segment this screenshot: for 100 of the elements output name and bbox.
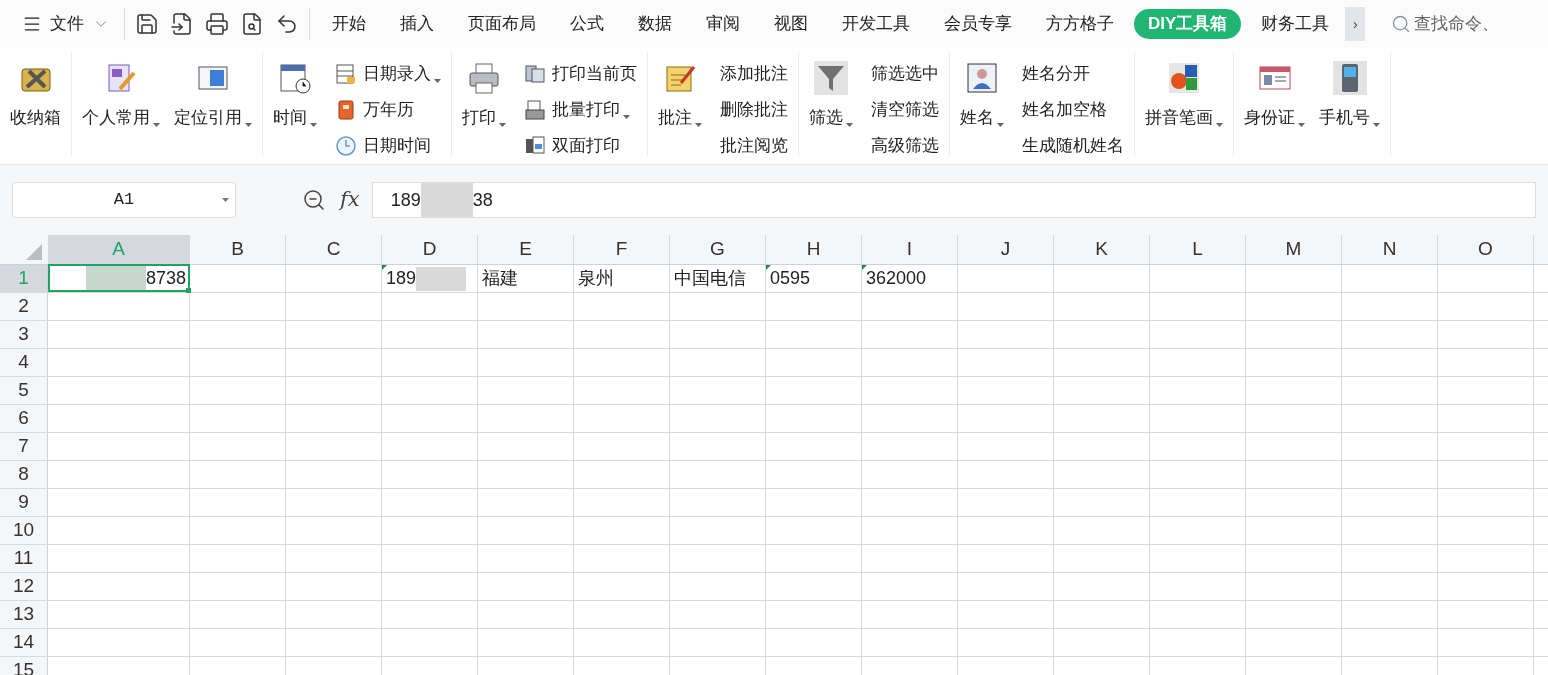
row-header[interactable]: 12 bbox=[0, 573, 48, 600]
ribbon-button[interactable]: 打印 bbox=[462, 60, 506, 131]
printer-icon[interactable] bbox=[205, 12, 229, 36]
ribbon-button[interactable]: 拼音笔画 bbox=[1145, 60, 1223, 131]
search-field[interactable]: 查找命令、 bbox=[1391, 11, 1548, 37]
column-header[interactable]: B bbox=[190, 235, 286, 264]
column-header[interactable]: L bbox=[1150, 235, 1246, 264]
ribbon-item[interactable]: 高级筛选 bbox=[871, 132, 939, 160]
table-cell-text: 福建 bbox=[482, 267, 518, 290]
column-header[interactable]: E bbox=[478, 235, 574, 264]
function-label[interactable]: fx bbox=[340, 184, 360, 216]
ribbon-tab[interactable]: 插入 bbox=[386, 9, 448, 39]
mobile-phone-icon bbox=[1332, 61, 1367, 95]
column-header[interactable]: K bbox=[1054, 235, 1150, 264]
caret-icon bbox=[997, 122, 1004, 127]
row-header[interactable]: 4 bbox=[0, 349, 48, 376]
ribbon-button[interactable]: 时间 bbox=[273, 60, 317, 131]
table-cell-text: 中国电信 bbox=[674, 267, 746, 290]
save-icon[interactable] bbox=[135, 12, 159, 36]
column-header[interactable]: J bbox=[958, 235, 1054, 264]
ribbon-tab[interactable]: 财务工具 bbox=[1247, 9, 1344, 39]
column-header[interactable]: C bbox=[286, 235, 382, 264]
ribbon-item[interactable]: 生成随机姓名 bbox=[1022, 132, 1124, 160]
caret-icon bbox=[1216, 122, 1223, 127]
caret-icon bbox=[499, 122, 506, 127]
caret-icon bbox=[434, 78, 441, 83]
printer-icon bbox=[467, 61, 501, 95]
ribbon-item[interactable]: 姓名加空格 bbox=[1022, 96, 1124, 124]
column-header[interactable]: H bbox=[766, 235, 862, 264]
ribbon-tab[interactable]: 审阅 bbox=[692, 9, 754, 39]
printer-list-icon bbox=[524, 99, 546, 121]
caret-icon bbox=[623, 114, 630, 119]
ribbon-tab[interactable]: 公式 bbox=[556, 9, 618, 39]
ribbon-button[interactable]: 个人常用 bbox=[82, 60, 160, 131]
row-header[interactable]: 6 bbox=[0, 405, 48, 432]
file-menu[interactable]: 文件 bbox=[22, 11, 110, 37]
ribbon-item[interactable]: 清空筛选 bbox=[871, 96, 939, 124]
row-header[interactable]: 5 bbox=[0, 377, 48, 404]
print-preview-icon[interactable] bbox=[240, 12, 264, 36]
calendar-clock-icon bbox=[278, 61, 312, 95]
caret-icon bbox=[153, 122, 160, 127]
ribbon-button[interactable]: 定位引用 bbox=[174, 60, 252, 131]
ribbon-tab[interactable]: 会员专享 bbox=[930, 9, 1026, 39]
row-header[interactable]: 14 bbox=[0, 629, 48, 656]
ribbon-tab[interactable]: 开始 bbox=[318, 9, 380, 39]
row-header[interactable]: 10 bbox=[0, 517, 48, 544]
ribbon-item[interactable]: 日期录入 bbox=[335, 60, 441, 88]
name-box[interactable]: A1 bbox=[12, 182, 236, 218]
ribbon-tab[interactable]: 开发工具 bbox=[828, 9, 924, 39]
ribbon-button[interactable]: 身份证 bbox=[1244, 60, 1305, 131]
row-header[interactable]: 7 bbox=[0, 433, 48, 460]
clock-icon bbox=[335, 135, 357, 157]
ribbon-item[interactable]: 删除批注 bbox=[720, 96, 788, 124]
table-cell-text: 189 bbox=[386, 267, 417, 290]
row-header[interactable]: 11 bbox=[0, 545, 48, 572]
zoom-out-icon[interactable] bbox=[302, 188, 326, 212]
ribbon-item[interactable]: 批注阅览 bbox=[720, 132, 788, 160]
ribbon-tab[interactable]: 页面布局 bbox=[454, 9, 550, 39]
ribbon-tab[interactable]: 数据 bbox=[624, 9, 686, 39]
caret-icon bbox=[1373, 122, 1380, 127]
undo-icon[interactable] bbox=[275, 12, 299, 36]
row-header[interactable]: 2 bbox=[0, 293, 48, 320]
column-header[interactable]: N bbox=[1342, 235, 1438, 264]
formula-field[interactable]: 189 38 bbox=[371, 182, 1536, 218]
ribbon-item[interactable]: 批量打印 bbox=[524, 96, 637, 124]
ribbon-item[interactable]: 筛选选中 bbox=[871, 60, 939, 88]
ribbon-button[interactable]: 手机号 bbox=[1319, 60, 1380, 131]
ribbon-button[interactable]: 收纳箱 bbox=[10, 60, 61, 131]
column-header[interactable]: D bbox=[382, 235, 478, 264]
ribbon-tab[interactable]: 方方格子 bbox=[1032, 9, 1128, 39]
column-header[interactable]: G bbox=[670, 235, 766, 264]
stacked-pages-icon bbox=[524, 63, 546, 85]
fill-handle[interactable] bbox=[186, 288, 191, 293]
ribbon-button[interactable]: 批注 bbox=[658, 60, 702, 131]
ribbon-button[interactable]: 筛选 bbox=[809, 60, 853, 131]
ribbon-item[interactable]: 添加批注 bbox=[720, 60, 788, 88]
ribbon-item[interactable]: 双面打印 bbox=[524, 132, 637, 160]
export-file-icon[interactable] bbox=[170, 12, 194, 36]
ribbon-item[interactable]: 万年历 bbox=[335, 96, 441, 124]
caret-icon bbox=[846, 122, 853, 127]
search-icon bbox=[1391, 14, 1412, 34]
ribbon-item[interactable]: 打印当前页 bbox=[524, 60, 637, 88]
ribbon-item[interactable]: 姓名分开 bbox=[1022, 60, 1124, 88]
more-tabs-button[interactable]: › bbox=[1345, 7, 1366, 41]
person-card-icon bbox=[965, 61, 999, 95]
caret-icon bbox=[1298, 122, 1305, 127]
caret-icon bbox=[310, 122, 317, 127]
column-header[interactable]: O bbox=[1438, 235, 1534, 264]
ribbon-tab[interactable]: 视图 bbox=[760, 9, 822, 39]
row-header[interactable]: 13 bbox=[0, 601, 48, 628]
column-header[interactable]: I bbox=[862, 235, 958, 264]
table-cell-text: 8738 bbox=[145, 266, 186, 290]
ribbon-item[interactable]: 日期时间 bbox=[335, 132, 441, 160]
table-cell-text: 362000 bbox=[866, 267, 927, 290]
row-header[interactable]: 9 bbox=[0, 489, 48, 516]
ribbon-button[interactable]: 姓名 bbox=[960, 60, 1004, 131]
column-header[interactable]: M bbox=[1246, 235, 1342, 264]
row-header[interactable]: 8 bbox=[0, 461, 48, 488]
column-header[interactable]: F bbox=[574, 235, 670, 264]
row-header[interactable]: 3 bbox=[0, 321, 48, 348]
